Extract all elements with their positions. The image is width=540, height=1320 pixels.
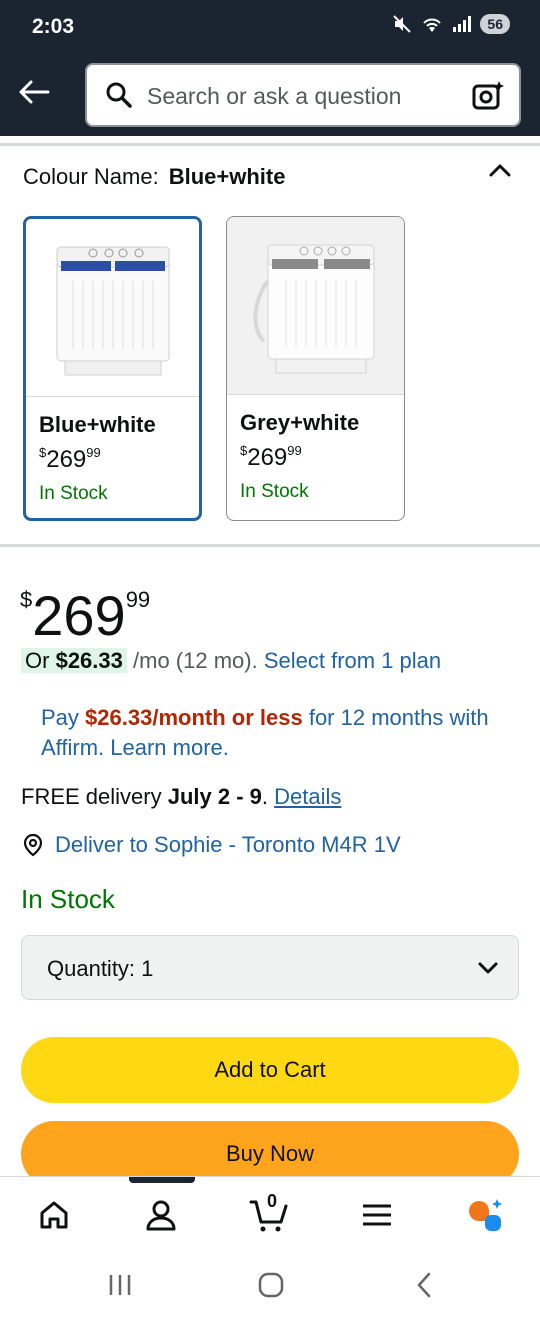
colour-option-grey-white[interactable]: Grey+white $26999 In Stock <box>226 216 405 521</box>
status-icons: 56 <box>392 14 510 34</box>
nav-cart[interactable]: 0 <box>247 1191 291 1237</box>
signal-icon <box>453 16 472 32</box>
product-image-grey-white <box>227 217 404 395</box>
installment-term: /mo (12 mo). <box>133 648 258 673</box>
colour-option-price: $26999 <box>240 443 302 471</box>
section-divider <box>0 544 540 547</box>
price-fraction: 99 <box>125 587 151 612</box>
search-box[interactable] <box>85 63 521 127</box>
battery-indicator: 56 <box>480 14 510 34</box>
nav-menu[interactable] <box>355 1193 399 1237</box>
nav-rufus-assistant[interactable] <box>463 1193 507 1237</box>
header-separator <box>0 136 540 146</box>
quantity-label: Quantity: 1 <box>47 956 154 981</box>
wifi-icon <box>423 18 442 32</box>
nav-home[interactable] <box>32 1193 76 1237</box>
collapse-colour-button[interactable] <box>488 162 512 183</box>
installment-highlight: Or $26.33 <box>21 648 127 673</box>
colour-option-stock: In Stock <box>240 481 309 502</box>
delivery-info: FREE delivery July 2 - 9. Details <box>21 784 342 809</box>
colour-option-stock: In Stock <box>39 483 108 504</box>
menu-icon <box>363 1204 391 1226</box>
delivery-dates: July 2 - 9 <box>167 784 262 809</box>
search-icon <box>106 82 132 108</box>
back-chevron-icon <box>417 1272 431 1298</box>
back-button[interactable] <box>14 72 54 112</box>
user-icon <box>146 1200 176 1231</box>
availability-status: In Stock <box>21 884 115 914</box>
app-header <box>0 56 540 136</box>
affirm-financing-link[interactable]: Pay $26.33/month or less for 12 months w… <box>41 703 511 763</box>
mute-icon <box>393 15 412 33</box>
price-currency: $ <box>20 587 33 612</box>
cart-count-badge: 0 <box>267 1191 278 1211</box>
colour-option-name: Grey+white <box>240 410 360 435</box>
affirm-amount: $26.33/month or less <box>85 705 303 730</box>
colour-option-price: $26999 <box>39 445 101 473</box>
delivery-details-link[interactable]: Details <box>274 784 341 809</box>
status-time: 2:03 <box>32 15 75 38</box>
home-icon <box>40 1201 68 1229</box>
product-image-blue-white <box>26 219 199 397</box>
bottom-navigation: 0 <box>0 1176 540 1248</box>
price-whole: 269 <box>32 584 126 647</box>
add-to-cart-button[interactable]: Add to Cart <box>21 1037 519 1103</box>
recent-apps-button[interactable] <box>100 1270 140 1300</box>
colour-option-blue-white[interactable]: Blue+white $26999 In Stock <box>23 216 202 521</box>
back-system-button[interactable] <box>404 1270 444 1300</box>
home-system-button[interactable] <box>251 1270 291 1300</box>
recent-apps-icon <box>109 1275 131 1295</box>
camera-search-icon[interactable] <box>471 79 505 113</box>
back-arrow-icon <box>19 80 50 104</box>
quantity-value: 1 <box>141 956 154 981</box>
colour-label: Colour Name: <box>23 164 159 189</box>
location-pin-icon <box>23 833 43 857</box>
product-price: $26999 <box>20 570 150 646</box>
chevron-down-icon <box>478 962 498 974</box>
chevron-up-icon <box>489 164 511 177</box>
washer-blue-image <box>56 246 169 375</box>
active-tab-indicator <box>129 1177 195 1183</box>
colour-name-row: Colour Name: Blue+white <box>23 164 285 190</box>
deliver-to-location[interactable]: Deliver to Sophie - Toronto M4R 1V <box>21 832 401 858</box>
select-plan-link[interactable]: Select from 1 plan <box>264 648 441 673</box>
quantity-selector[interactable]: Quantity: 1 <box>21 935 519 1000</box>
installment-plan-row: Or $26.33 /mo (12 mo). Select from 1 pla… <box>21 648 441 674</box>
deliver-to-text: Deliver to Sophie - Toronto M4R 1V <box>55 832 401 857</box>
colour-selected-value: Blue+white <box>168 164 286 189</box>
colour-option-name: Blue+white <box>39 412 156 437</box>
system-navigation-bar <box>0 1248 540 1320</box>
washer-grey-image <box>252 244 374 373</box>
search-input[interactable] <box>147 77 457 115</box>
home-circle-icon <box>258 1272 284 1298</box>
status-bar: 2:03 56 <box>0 0 540 56</box>
nav-account[interactable] <box>139 1193 183 1237</box>
assistant-icon <box>469 1199 502 1231</box>
